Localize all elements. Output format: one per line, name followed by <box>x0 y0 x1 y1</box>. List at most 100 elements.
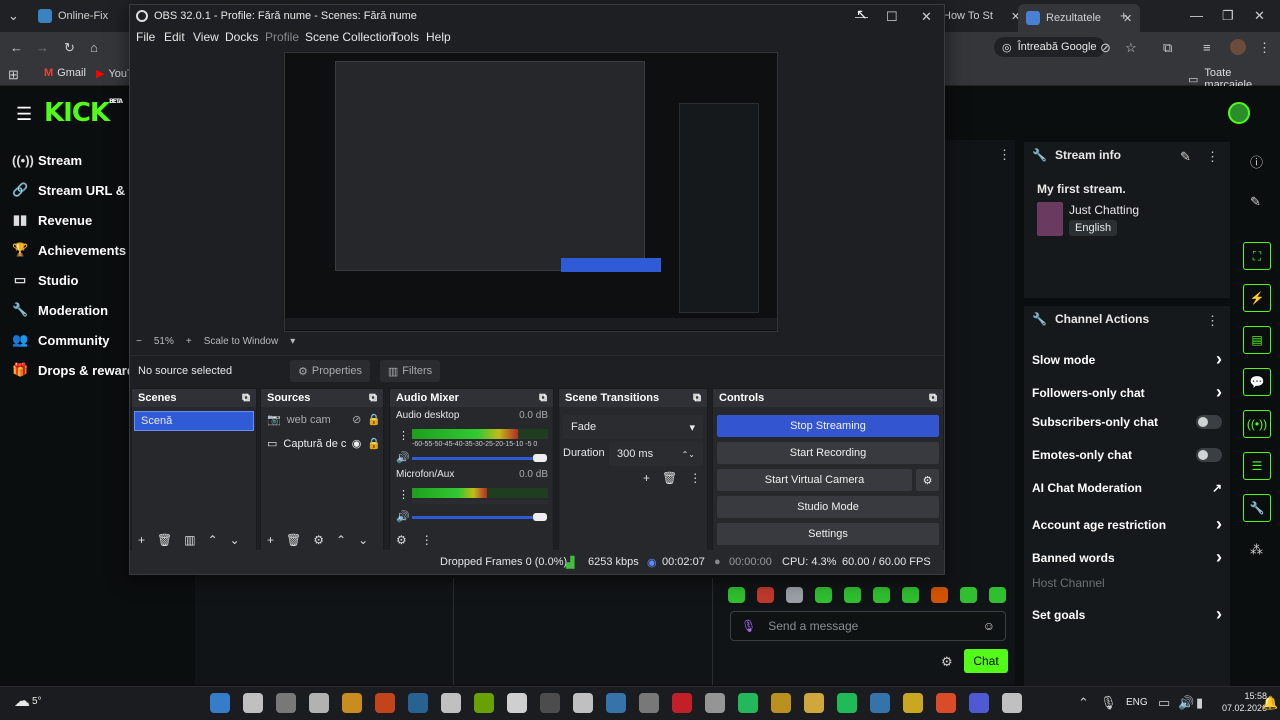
chevron-up-icon[interactable]: ⌃ <box>208 533 218 547</box>
zoom-in-icon[interactable]: + <box>186 336 192 347</box>
nvidia-icon[interactable] <box>474 693 494 713</box>
forward-icon[interactable]: → <box>36 40 49 55</box>
profile-avatar[interactable] <box>1230 39 1246 55</box>
undock-icon[interactable]: ⧉ <box>929 392 937 405</box>
epic-games-icon[interactable] <box>441 693 461 713</box>
ask-google-button[interactable]: ◎ Întreabă Google <box>994 37 1105 57</box>
obs-maximize-icon[interactable]: ☐ <box>886 9 898 25</box>
extensions-icon[interactable]: ⧉ <box>1163 40 1172 56</box>
wrench-icon[interactable]: 🔧 <box>1243 494 1271 522</box>
channel-menu-icon[interactable]: ⋮ <box>398 429 409 442</box>
hamburger-menu-icon[interactable]: ☰ <box>16 104 32 125</box>
pencil-app-icon[interactable] <box>573 693 593 713</box>
channel-action-row[interactable]: Subscribers-only chat <box>1032 415 1222 429</box>
menu-icon[interactable]: ⋮ <box>1258 40 1271 56</box>
chat-settings-gear-icon[interactable]: ⚙ <box>941 654 953 670</box>
emote-icon[interactable] <box>960 587 977 603</box>
duration-input[interactable]: 300 ms ⌃⌄ <box>609 442 703 466</box>
settings-icon[interactable] <box>705 693 725 713</box>
restore-icon[interactable]: ❐ <box>1222 8 1234 24</box>
app-icon[interactable] <box>375 693 395 713</box>
toggle-switch[interactable] <box>1196 415 1222 429</box>
source-item-capture[interactable]: ▭ Captură de c ◉ 🔒 <box>267 437 381 451</box>
security-icon[interactable] <box>870 693 890 713</box>
chrome-icon[interactable] <box>903 693 923 713</box>
steam-icon[interactable] <box>408 693 428 713</box>
weather-widget[interactable]: ☁ 5° <box>14 691 42 711</box>
studio-mode-button[interactable]: Studio Mode <box>717 496 939 518</box>
trash-icon[interactable]: 🗑 <box>286 533 301 547</box>
virtual-camera-settings-button[interactable]: ⚙ <box>916 469 939 491</box>
settings-button[interactable]: Settings <box>717 523 939 545</box>
spotify-icon[interactable] <box>837 693 857 713</box>
chevron-up-icon[interactable]: ⌃ <box>1078 695 1089 711</box>
app-icon[interactable] <box>771 693 791 713</box>
obs-menu-item[interactable]: Docks <box>225 30 258 44</box>
app-icon[interactable] <box>342 693 362 713</box>
emote-icon[interactable] <box>902 587 919 603</box>
add-icon[interactable]: + <box>138 533 145 547</box>
back-icon[interactable]: ← <box>10 40 23 55</box>
chevron-down-icon[interactable]: ⌄ <box>230 533 240 547</box>
edit-pencil-icon[interactable]: ✎ <box>1180 149 1191 165</box>
nav-item[interactable]: ▭ Studio <box>12 266 79 294</box>
eye-off-icon[interactable]: ⊘ <box>352 413 361 426</box>
add-icon[interactable]: + <box>267 533 274 547</box>
undock-icon[interactable]: ⧉ <box>693 392 701 405</box>
battery-icon[interactable]: ▮ <box>1196 695 1203 711</box>
nav-item[interactable]: 🔧 Moderation <box>12 296 108 324</box>
opera-icon[interactable] <box>672 693 692 713</box>
emote-icon[interactable] <box>728 587 745 603</box>
star-icon[interactable]: ☆ <box>1125 40 1137 56</box>
search-icon[interactable] <box>243 693 263 713</box>
task-view-icon[interactable] <box>276 693 296 713</box>
zoom-out-icon[interactable]: − <box>136 336 142 347</box>
nav-item[interactable]: 🎁 Drops & rewards <box>12 356 142 384</box>
obs-menu-item[interactable]: Profile <box>265 30 299 44</box>
windows-start-icon[interactable] <box>210 693 230 713</box>
menu-icon[interactable]: ⋮ <box>421 533 433 547</box>
channel-action-row[interactable]: Host Channel <box>1032 576 1222 590</box>
broadcast-icon[interactable]: ((•)) <box>1243 410 1271 438</box>
lock-icon[interactable]: 🔒 <box>367 413 381 426</box>
chat-bubble-icon[interactable]: 💬 <box>1243 368 1271 396</box>
app-icon[interactable] <box>540 693 560 713</box>
start-virtual-camera-button[interactable]: Start Virtual Camera <box>717 469 912 491</box>
obs-menu-item[interactable]: Scene Collection <box>305 30 395 44</box>
menu-icon[interactable]: ⋮ <box>689 471 701 485</box>
file-explorer-icon[interactable] <box>804 693 824 713</box>
scene-item[interactable]: Scenă <box>134 411 254 431</box>
kick-logo[interactable]: KICKBETA <box>44 98 123 128</box>
obs-icon[interactable] <box>1002 693 1022 713</box>
info-icon[interactable]: ⓘ <box>1250 152 1263 171</box>
channel-action-row[interactable]: Set goals › <box>1032 604 1222 625</box>
apps-icon[interactable]: ⊞ <box>8 67 19 83</box>
obs-menu-item[interactable]: Tools <box>391 30 419 44</box>
obs-menu-item[interactable]: View <box>193 30 219 44</box>
reload-icon[interactable]: ↻ <box>64 40 75 56</box>
gear-icon[interactable]: ⚙ <box>313 533 324 547</box>
new-tab-icon[interactable]: + <box>1120 8 1128 23</box>
edit-icon[interactable]: ✎ <box>1250 194 1261 210</box>
tab-search-icon[interactable]: ⌄ <box>8 8 19 24</box>
bookmark-gmail[interactable]: M Gmail <box>44 67 86 79</box>
minimize-icon[interactable]: — <box>1190 8 1203 23</box>
nav-item[interactable]: ((•)) Stream <box>12 146 82 174</box>
panel-menu-icon[interactable]: ⋮ <box>998 147 1011 163</box>
brave-icon[interactable] <box>936 693 956 713</box>
microphone-icon[interactable]: 🎙 <box>741 619 756 633</box>
emote-icon[interactable] <box>844 587 861 603</box>
filters-button[interactable]: ▥ Filters <box>380 360 440 382</box>
share-nodes-icon[interactable]: ⁂ <box>1250 542 1263 558</box>
emote-icon[interactable] <box>931 587 948 603</box>
eye-off-icon[interactable]: ⊘ <box>1100 40 1111 56</box>
media-icon[interactable]: ≡ <box>1203 40 1211 55</box>
microphone-icon[interactable]: 🎙 <box>1100 695 1117 711</box>
emoji-icon[interactable]: ☺ <box>983 619 995 633</box>
scale-mode[interactable]: Scale to Window <box>204 336 278 347</box>
emote-icon[interactable] <box>815 587 832 603</box>
eye-icon[interactable]: ◉ <box>352 437 362 450</box>
whatsapp-icon[interactable] <box>738 693 758 713</box>
emote-icon[interactable] <box>873 587 890 603</box>
home-icon[interactable]: ⌂ <box>90 40 98 55</box>
